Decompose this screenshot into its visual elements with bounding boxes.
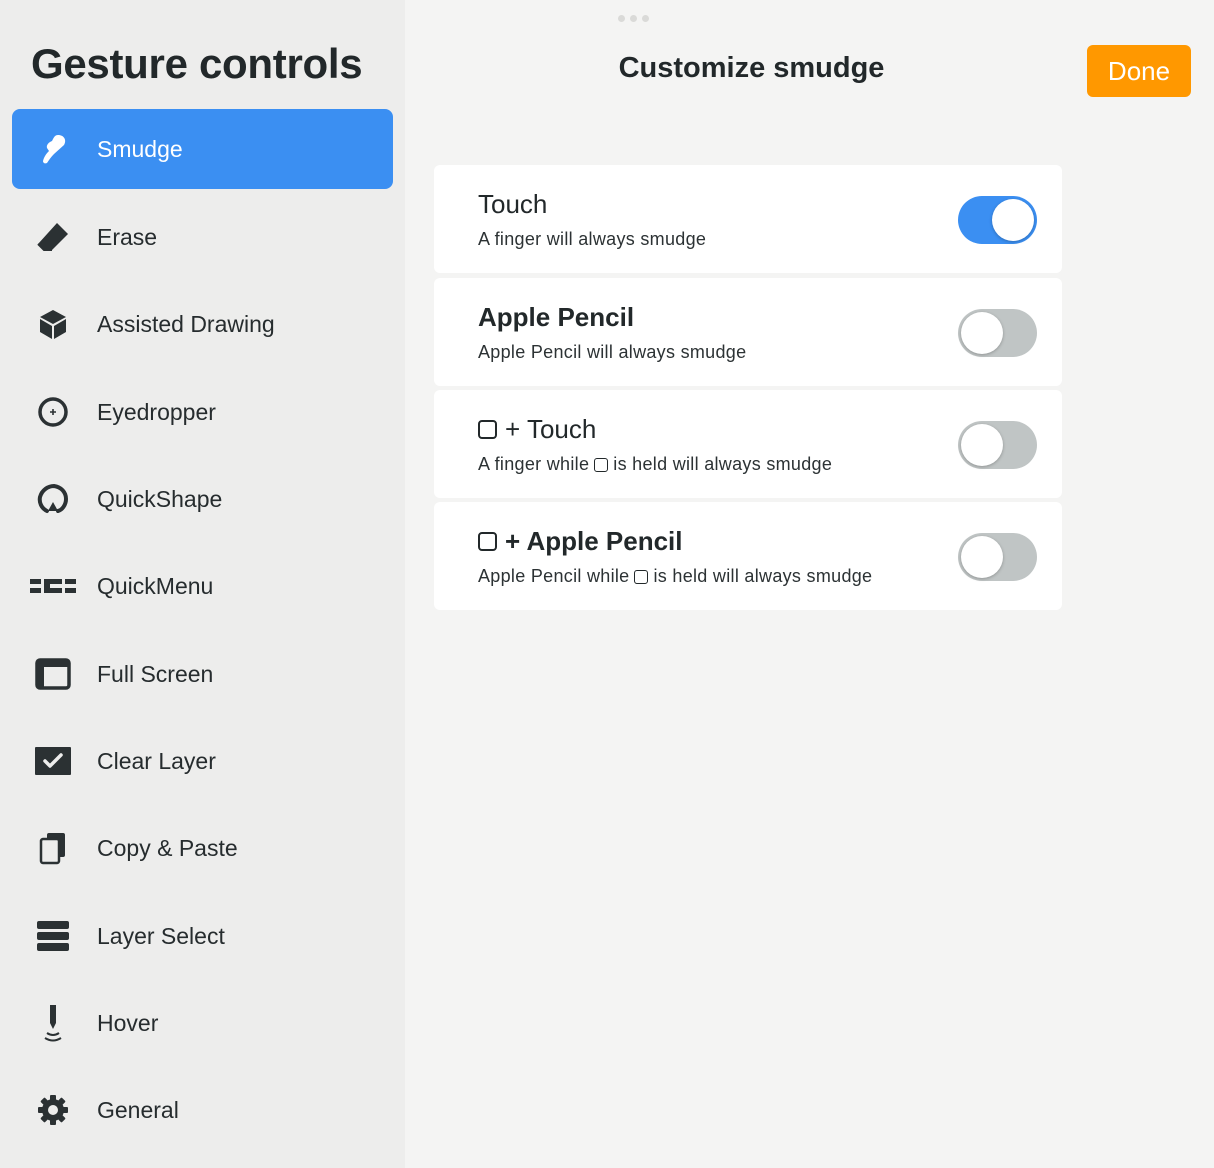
sidebar-item-label: QuickShape <box>97 485 223 512</box>
option-title-text: + Touch <box>505 414 597 444</box>
done-button[interactable]: Done <box>1087 45 1191 97</box>
sidebar-item-clear-layer[interactable]: Clear Layer <box>12 721 393 801</box>
option-title: + Apple Pencil <box>478 526 682 557</box>
option-description-end: is held will always smudge <box>653 566 873 586</box>
option-card-apple-pencil: Apple Pencil Apple Pencil will always sm… <box>434 278 1062 386</box>
option-card-modifier-apple-pencil: + Apple Pencil Apple Pencil while is hel… <box>434 502 1062 610</box>
sidebar-item-layer-select[interactable]: Layer Select <box>12 896 393 976</box>
option-description: A finger will always smudge <box>478 229 707 249</box>
option-title: + Touch <box>478 414 596 445</box>
sidebar-item-label: QuickMenu <box>97 572 214 599</box>
hover-pencil-icon <box>34 1004 72 1042</box>
layers-icon <box>34 917 72 955</box>
sidebar-item-label: Eyedropper <box>97 398 216 425</box>
modifier-square-icon <box>478 532 497 551</box>
option-description: Apple Pencil while is held will always s… <box>478 566 872 587</box>
quickmenu-icon <box>29 567 77 605</box>
option-description-start: A finger while <box>478 454 590 474</box>
sidebar-item-label: Full Screen <box>97 660 214 687</box>
option-title-text: + Apple Pencil <box>505 526 683 556</box>
sidebar-item-label: Smudge <box>97 135 183 162</box>
toggle-knob <box>961 312 1003 354</box>
option-description-start: Apple Pencil while <box>478 566 630 586</box>
sidebar-item-assisted-drawing[interactable]: Assisted Drawing <box>12 284 393 364</box>
checkbox-icon <box>34 742 72 780</box>
sidebar-item-quickmenu[interactable]: QuickMenu <box>12 546 393 626</box>
option-description: Apple Pencil will always smudge <box>478 342 747 362</box>
option-title: Touch <box>478 189 548 219</box>
sidebar-item-label: Layer Select <box>97 922 225 949</box>
modifier-touch-toggle[interactable] <box>958 421 1037 469</box>
sidebar-item-quickshape[interactable]: QuickShape <box>12 459 393 539</box>
option-title: Apple Pencil <box>478 302 635 332</box>
option-card-modifier-touch: + Touch A finger while is held will alwa… <box>434 390 1062 498</box>
option-card-touch: Touch A finger will always smudge <box>434 165 1062 273</box>
toggle-knob <box>961 536 1003 578</box>
sidebar-item-erase[interactable]: Erase <box>12 197 393 277</box>
modifier-square-icon <box>478 420 497 439</box>
sidebar-item-label: Erase <box>97 223 158 250</box>
modifier-square-icon <box>594 457 609 472</box>
eraser-icon <box>34 218 72 256</box>
sidebar-item-label: General <box>97 1096 179 1123</box>
quickshape-icon <box>34 480 72 518</box>
sidebar-item-full-screen[interactable]: Full Screen <box>12 634 393 714</box>
sheet-grabber[interactable] <box>618 15 649 22</box>
sidebar-title: Gesture controls <box>31 40 363 87</box>
eyedropper-icon <box>34 393 72 431</box>
option-description: A finger while is held will always smudg… <box>478 454 832 475</box>
modifier-square-icon <box>634 569 649 584</box>
sidebar-item-label: Assisted Drawing <box>97 310 275 337</box>
touch-toggle[interactable] <box>958 196 1037 244</box>
toggle-knob <box>961 424 1003 466</box>
gear-icon <box>34 1091 72 1129</box>
sidebar-item-hover[interactable]: Hover <box>12 983 393 1063</box>
option-description-end: is held will always smudge <box>613 454 833 474</box>
page-title: Customize smudge <box>618 52 885 84</box>
apple-pencil-toggle[interactable] <box>958 309 1037 357</box>
sidebar-item-smudge[interactable]: Smudge <box>12 109 393 189</box>
main-panel: Customize smudge Done Touch A finger wil… <box>405 0 1214 1168</box>
copy-icon <box>34 829 72 867</box>
modifier-apple-pencil-toggle[interactable] <box>958 533 1037 581</box>
sidebar-item-label: Hover <box>97 1009 159 1036</box>
toggle-knob <box>992 199 1034 241</box>
smudge-finger-icon <box>34 130 72 168</box>
sidebar-item-copy-paste[interactable]: Copy & Paste <box>12 808 393 888</box>
sidebar-item-label: Clear Layer <box>97 747 216 774</box>
sidebar-item-eyedropper[interactable]: Eyedropper <box>12 372 393 452</box>
cube-icon <box>34 305 72 343</box>
sidebar-item-label: Copy & Paste <box>97 834 238 861</box>
full-screen-icon <box>34 655 72 693</box>
sidebar: Gesture controls Smudge Erase Assisted D… <box>0 0 405 1168</box>
sidebar-item-general[interactable]: General <box>12 1070 393 1150</box>
